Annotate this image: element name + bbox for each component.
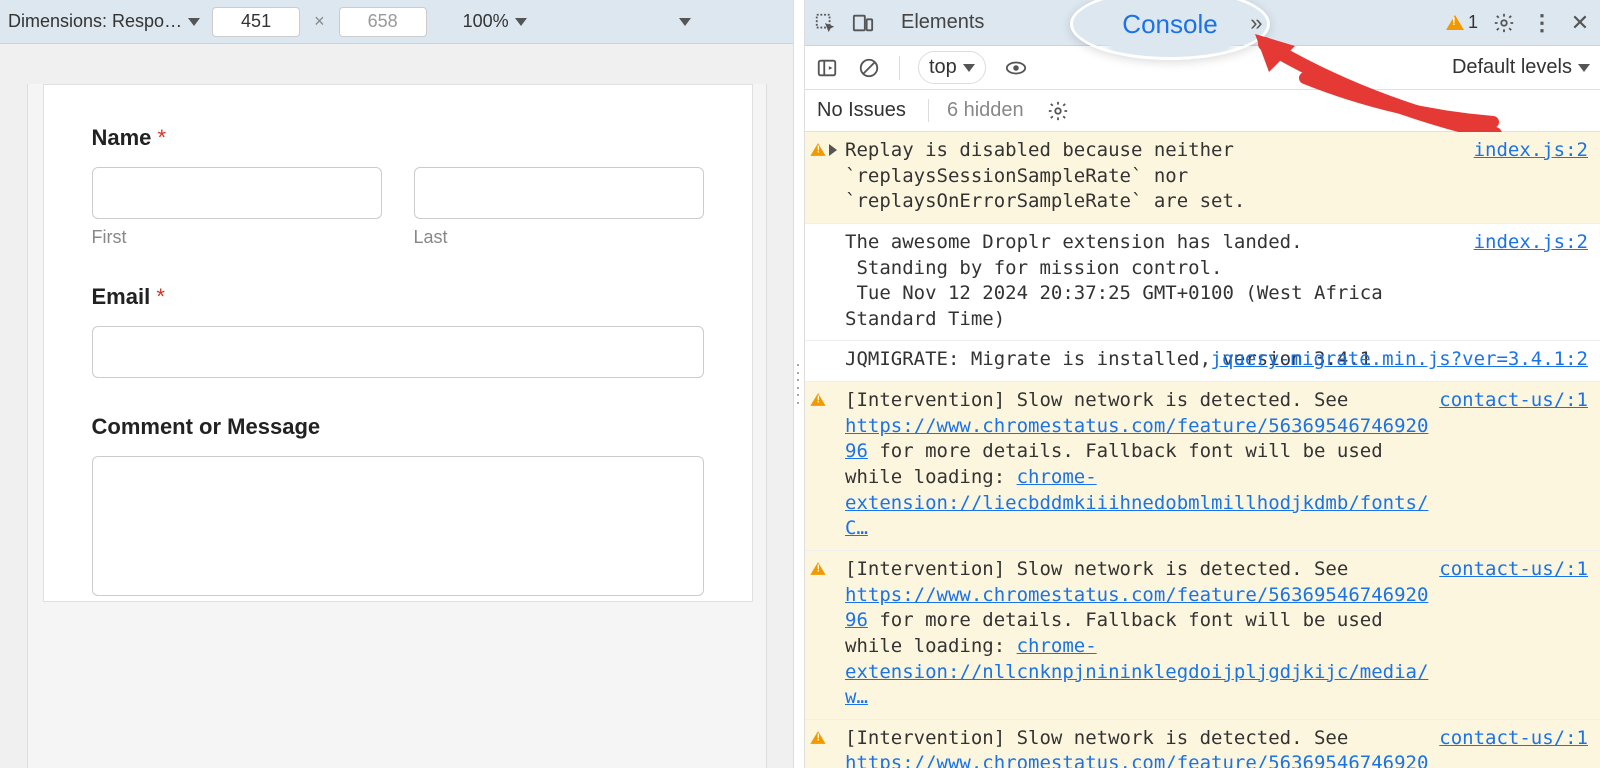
sidebar-toggle-icon[interactable]: [815, 56, 839, 80]
console-log-row[interactable]: [Intervention] Slow network is detected.…: [805, 551, 1600, 720]
live-expression-icon[interactable]: [1004, 56, 1028, 80]
context-selector[interactable]: top: [918, 51, 986, 84]
height-input[interactable]: [339, 7, 427, 37]
console-log-row[interactable]: [Intervention] Slow network is detected.…: [805, 720, 1600, 768]
zoom-dropdown[interactable]: 100%: [463, 11, 527, 32]
required-indicator: *: [156, 284, 165, 309]
close-icon[interactable]: ✕: [1568, 11, 1592, 35]
comment-label: Comment or Message: [92, 414, 704, 440]
viewport-area: Name * First Last Email * Comment or Mes…: [0, 44, 793, 768]
hidden-count[interactable]: 6 hidden: [928, 99, 1024, 122]
log-source-link[interactable]: contact-us/:1: [1439, 388, 1588, 414]
dimensions-label: Dimensions: Respo…: [8, 11, 182, 32]
name-label: Name *: [92, 125, 704, 151]
settings-icon[interactable]: [1492, 11, 1516, 35]
device-emulator-pane: Dimensions: Respo… × 100% Name * First: [0, 0, 793, 768]
context-value: top: [929, 56, 957, 79]
console-settings-icon[interactable]: [1046, 99, 1070, 123]
console-log-row[interactable]: [Intervention] Slow network is detected.…: [805, 382, 1600, 551]
inspect-element-icon[interactable]: [813, 11, 837, 35]
warning-icon: [810, 562, 825, 575]
warning-icon: [810, 731, 825, 744]
console-log-row[interactable]: JQMIGRATE: Migrate is installed, version…: [805, 341, 1600, 382]
tab-elements[interactable]: Elements: [889, 3, 996, 42]
warning-icon: [810, 143, 825, 156]
chevron-down-icon: [1578, 64, 1590, 72]
no-issues-label[interactable]: No Issues: [817, 99, 906, 122]
log-source-link[interactable]: contact-us/:1: [1439, 726, 1588, 752]
dimensions-dropdown[interactable]: Dimensions: Respo…: [8, 11, 200, 32]
toggle-device-toolbar-icon[interactable]: [851, 11, 875, 35]
log-levels-dropdown[interactable]: Default levels: [1452, 56, 1590, 79]
kebab-menu-icon[interactable]: ⋮: [1530, 11, 1554, 35]
pane-resize-handle[interactable]: [793, 0, 805, 768]
console-log-row[interactable]: Replay is disabled because neither `repl…: [805, 132, 1600, 224]
dimension-separator: ×: [314, 11, 325, 32]
issues-bar: No Issues 6 hidden: [805, 90, 1600, 132]
log-source-link[interactable]: index.js:2: [1474, 138, 1588, 164]
required-indicator: *: [158, 125, 167, 150]
warnings-badge[interactable]: 1: [1446, 12, 1478, 33]
comment-textarea[interactable]: [92, 456, 704, 596]
throttle-dropdown[interactable]: [679, 18, 691, 26]
first-name-input[interactable]: [92, 167, 382, 219]
devtools-pane: Elements Console » 1 ⋮ ✕: [805, 0, 1600, 768]
log-source-link[interactable]: contact-us/:1: [1439, 557, 1588, 583]
expand-icon[interactable]: [829, 144, 837, 156]
width-input[interactable]: [212, 7, 300, 37]
first-sublabel: First: [92, 227, 382, 248]
tab-console[interactable]: Console: [1110, 1, 1229, 48]
warning-count: 1: [1468, 12, 1478, 33]
email-input[interactable]: [92, 326, 704, 378]
warning-icon: [1446, 15, 1464, 30]
last-sublabel: Last: [414, 227, 704, 248]
warning-icon: [810, 393, 825, 406]
last-name-input[interactable]: [414, 167, 704, 219]
clear-console-icon[interactable]: [857, 56, 881, 80]
log-source-link[interactable]: index.js:2: [1474, 230, 1588, 256]
console-log-row[interactable]: The awesome Droplr extension has landed.…: [805, 224, 1600, 342]
email-label: Email *: [92, 284, 704, 310]
device-toolbar: Dimensions: Respo… × 100%: [0, 0, 793, 44]
levels-label: Default levels: [1452, 56, 1572, 79]
console-log-area[interactable]: Replay is disabled because neither `repl…: [805, 132, 1600, 768]
chevron-down-icon: [963, 64, 975, 72]
zoom-value: 100%: [463, 11, 509, 32]
page-viewport[interactable]: Name * First Last Email * Comment or Mes…: [43, 84, 753, 602]
chevron-down-icon: [515, 18, 527, 26]
devtools-tabs: Elements Console » 1 ⋮ ✕: [805, 0, 1600, 46]
log-source-link[interactable]: jquery-migrate.min.js?ver=3.4.1:2: [1211, 347, 1589, 373]
chevron-down-icon: [188, 18, 200, 26]
